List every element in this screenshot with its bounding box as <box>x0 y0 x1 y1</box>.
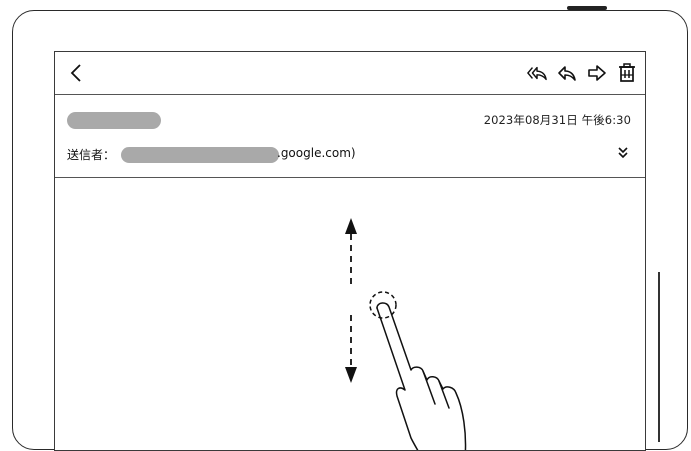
reply-all-button[interactable] <box>527 62 547 84</box>
hand-pointer-icon <box>376 302 467 450</box>
forward-button[interactable] <box>587 62 607 84</box>
sender-email-suffix: .google.com) <box>277 146 356 160</box>
power-button[interactable] <box>567 6 607 10</box>
scroll-gesture-illustration <box>345 218 467 450</box>
email-screen: 2023年08月31日 午後6:30 送信者： .google.com) <box>54 51 646 451</box>
redacted-sender-email <box>121 147 279 163</box>
toolbar-actions <box>527 61 637 85</box>
reply-all-icon <box>527 66 547 81</box>
double-chevron-down-icon <box>618 147 628 159</box>
redacted-subject <box>67 112 161 129</box>
sender-row: 送信者： .google.com) <box>67 145 631 163</box>
reply-icon <box>558 66 576 81</box>
forward-icon <box>588 65 606 81</box>
chevron-left-icon <box>70 64 81 82</box>
toolbar <box>55 52 645 95</box>
scrollbar[interactable] <box>658 272 660 442</box>
arrow-down-icon <box>345 315 357 383</box>
sender-label: 送信者： <box>67 148 116 162</box>
trash-icon <box>619 63 635 82</box>
back-button[interactable] <box>65 60 87 86</box>
message-body[interactable] <box>55 178 645 450</box>
expand-details-button[interactable] <box>615 144 631 162</box>
delete-button[interactable] <box>617 62 637 84</box>
arrow-up-icon <box>345 218 357 288</box>
message-header: 2023年08月31日 午後6:30 送信者： .google.com) <box>55 95 645 178</box>
message-date: 2023年08月31日 午後6:30 <box>483 113 631 127</box>
reply-button[interactable] <box>557 62 577 84</box>
